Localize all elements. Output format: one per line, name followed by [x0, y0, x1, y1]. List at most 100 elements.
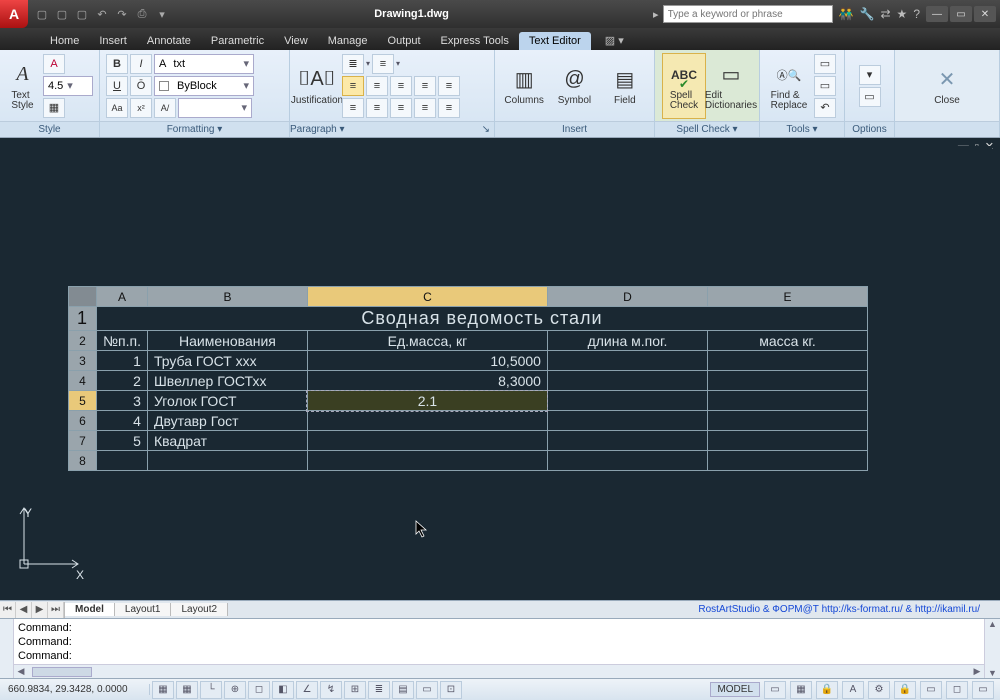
toolbar-lock-button[interactable]: 🔒	[894, 681, 916, 699]
valign-bot-button[interactable]: ≡	[390, 98, 412, 118]
cell-d5[interactable]	[547, 391, 707, 411]
row-header-1[interactable]: 1	[69, 307, 97, 331]
col-header-e[interactable]: E	[707, 287, 867, 307]
cell-c8[interactable]	[307, 451, 547, 471]
polar-toggle[interactable]: ⊕	[224, 681, 246, 699]
command-hscroll[interactable]: ◀ ▶	[14, 664, 984, 678]
close-editor-button[interactable]: ✕Close	[926, 53, 968, 119]
cell-d8[interactable]	[547, 451, 707, 471]
grid-toggle[interactable]: ▦	[176, 681, 198, 699]
bold-button[interactable]: B	[106, 54, 128, 74]
cell-a8[interactable]	[97, 451, 148, 471]
layout-tab-layout1[interactable]: Layout1	[115, 603, 172, 616]
cell-c6[interactable]	[307, 411, 547, 431]
align-left-button[interactable]: ≡	[342, 76, 364, 96]
qat-undo-icon[interactable]: ↶	[94, 6, 110, 22]
cell-c4[interactable]: 8,3000	[307, 371, 547, 391]
undo-button[interactable]: ↶	[814, 98, 836, 118]
cell-a4[interactable]: 2	[97, 371, 148, 391]
tab-manager-icon[interactable]: ▨ ▾	[597, 31, 632, 50]
cell-c7[interactable]	[307, 431, 547, 451]
options-a-button[interactable]: ▾	[859, 65, 881, 85]
layout-first-button[interactable]: ⏮	[0, 602, 16, 618]
row-header-8[interactable]: 8	[69, 451, 97, 471]
sub-sup-button[interactable]: x²	[130, 98, 152, 118]
cell-b6[interactable]: Двутавр Гост	[147, 411, 307, 431]
close-button[interactable]: ✕	[974, 6, 996, 22]
row-header-5[interactable]: 5	[69, 391, 97, 411]
spellcheck-button[interactable]: ABC✔SpellCheck	[662, 53, 706, 119]
cell-a7[interactable]: 5	[97, 431, 148, 451]
star-icon[interactable]: ★	[897, 7, 908, 21]
header-num[interactable]: №п.п.	[97, 331, 148, 351]
status-grid-button[interactable]: ▦	[790, 681, 812, 699]
ruler-button[interactable]: ▭	[814, 76, 836, 96]
underline-button[interactable]: U	[106, 76, 128, 96]
mask-icon[interactable]: ▦	[43, 98, 65, 118]
maximize-button[interactable]: ▭	[950, 6, 972, 22]
row-header-7[interactable]: 7	[69, 431, 97, 451]
color-combo[interactable]: ByBlock▾	[154, 76, 254, 96]
cell-b7[interactable]: Квадрат	[147, 431, 307, 451]
cell-e5[interactable]	[707, 391, 867, 411]
valign-dist-button[interactable]: ≡	[438, 98, 460, 118]
help-icon[interactable]: ?	[913, 7, 920, 21]
cell-e8[interactable]	[707, 451, 867, 471]
cell-d3[interactable]	[547, 351, 707, 371]
tab-manage[interactable]: Manage	[318, 32, 378, 50]
font-combo[interactable]: A txt▾	[154, 54, 254, 74]
row-header-3[interactable]: 3	[69, 351, 97, 371]
col-header-d[interactable]: D	[547, 287, 707, 307]
hscroll-thumb[interactable]	[32, 667, 92, 677]
annotation-scale-button[interactable]: 🔒	[816, 681, 838, 699]
layout-next-button[interactable]: ▶	[32, 602, 48, 618]
qp-toggle[interactable]: ▭	[416, 681, 438, 699]
clean-screen-button[interactable]: ▭	[972, 681, 994, 699]
justification-button[interactable]: ⌷A⌷ Justification	[296, 53, 338, 119]
align-distrib-button[interactable]: ≡	[438, 76, 460, 96]
steel-summary-table[interactable]: A B C D E 1 Сводная ведомость стали 2 №п…	[68, 286, 868, 471]
cell-e6[interactable]	[707, 411, 867, 431]
cell-e3[interactable]	[707, 351, 867, 371]
col-header-b[interactable]: B	[147, 287, 307, 307]
options-b-button[interactable]: ▭	[859, 87, 881, 107]
cell-d4[interactable]	[547, 371, 707, 391]
annotative-icon[interactable]: A	[43, 54, 65, 74]
panel-title-paragraph[interactable]: Paragraph ▾↘	[290, 121, 494, 137]
tab-output[interactable]: Output	[378, 32, 431, 50]
columns-button[interactable]: ▥Columns	[503, 53, 545, 119]
cell-b5[interactable]: Уголок ГОСТ	[147, 391, 307, 411]
ortho-toggle[interactable]: └	[200, 681, 222, 699]
corner-cell[interactable]	[69, 287, 97, 307]
cell-a6[interactable]: 4	[97, 411, 148, 431]
col-header-c[interactable]: C	[307, 287, 547, 307]
panel-title-spellcheck[interactable]: Spell Check ▾	[655, 121, 759, 137]
cell-e7[interactable]	[707, 431, 867, 451]
3dosnap-toggle[interactable]: ◧	[272, 681, 294, 699]
cell-a3[interactable]: 1	[97, 351, 148, 371]
credit-link[interactable]: RostArtStudio & ФОРМ@Т http://ks-format.…	[698, 604, 980, 615]
tab-express-tools[interactable]: Express Tools	[431, 32, 519, 50]
align-justify-button[interactable]: ≡	[414, 76, 436, 96]
find-replace-button[interactable]: Ⓐ🔍Find &Replace	[768, 53, 810, 119]
cell-c3[interactable]: 10,5000	[307, 351, 547, 371]
osnap-toggle[interactable]: ◻	[248, 681, 270, 699]
header-mass-unit[interactable]: Ед.масса, кг	[307, 331, 547, 351]
tab-home[interactable]: Home	[40, 32, 89, 50]
isolate-objects-button[interactable]: ◻	[946, 681, 968, 699]
panel-title-options[interactable]: Options	[845, 121, 894, 137]
qat-print-icon[interactable]: ⎙	[134, 6, 150, 22]
layout-last-button[interactable]: ⏭	[48, 602, 64, 618]
layout-prev-button[interactable]: ◀	[16, 602, 32, 618]
valign-base-button[interactable]: ≡	[414, 98, 436, 118]
workspace-switch-button[interactable]: ⚙	[868, 681, 890, 699]
clear-format-button[interactable]: A/	[154, 98, 176, 118]
tab-annotate[interactable]: Annotate	[137, 32, 201, 50]
tpy-toggle[interactable]: ▤	[392, 681, 414, 699]
valign-mid-button[interactable]: ≡	[366, 98, 388, 118]
snap-toggle[interactable]: ▦	[152, 681, 174, 699]
row-header-4[interactable]: 4	[69, 371, 97, 391]
dyn-toggle[interactable]: ⊞	[344, 681, 366, 699]
qat-save-icon[interactable]: ▢	[74, 6, 90, 22]
model-space-button[interactable]: MODEL	[710, 682, 760, 697]
